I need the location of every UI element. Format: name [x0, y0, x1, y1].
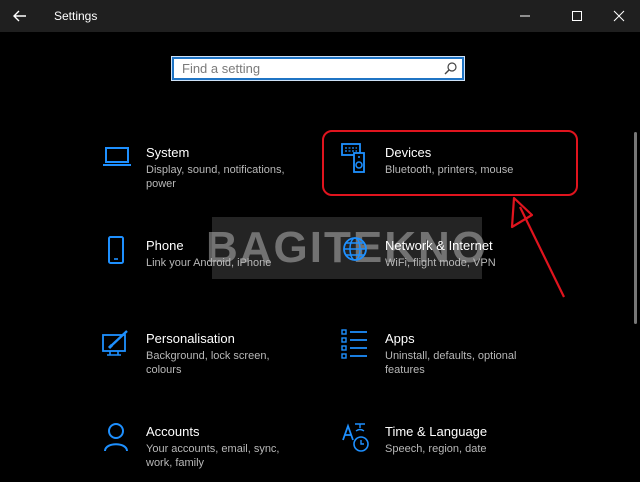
- red-arrow-icon: [500, 195, 575, 305]
- category-name: System: [146, 145, 190, 160]
- category-apps[interactable]: Apps Uninstall, defaults, optional featu…: [341, 329, 561, 389]
- title-bar: Settings: [0, 0, 640, 32]
- minimize-icon[interactable]: [502, 0, 548, 32]
- category-accounts[interactable]: Accounts Your accounts, email, sync, wor…: [102, 422, 322, 482]
- category-desc: Your accounts, email, sync, work, family: [146, 443, 280, 469]
- category-desc: Link your Android, iPhone: [146, 257, 272, 269]
- apps-list-icon: [341, 329, 373, 361]
- category-desc: Speech, region, date: [385, 443, 487, 455]
- close-icon[interactable]: [596, 0, 640, 32]
- category-name: Personalisation: [146, 331, 235, 346]
- category-personalisation[interactable]: Personalisation Background, lock screen,…: [102, 329, 322, 389]
- laptop-icon: [102, 143, 134, 175]
- category-system[interactable]: System Display, sound, notifications, po…: [102, 143, 322, 203]
- back-arrow-icon[interactable]: [10, 6, 30, 26]
- maximize-icon[interactable]: [554, 0, 600, 32]
- highlight-box: [322, 130, 578, 196]
- search-input[interactable]: [174, 59, 442, 78]
- scrollbar[interactable]: [634, 132, 637, 324]
- category-desc: Uninstall, defaults, optional features: [385, 350, 517, 376]
- search-icon[interactable]: [443, 61, 458, 76]
- time-language-icon: [341, 422, 373, 454]
- category-desc: Display, sound, notifications, power: [146, 164, 285, 190]
- category-desc: Background, lock screen, colours: [146, 350, 270, 376]
- category-name: Apps: [385, 331, 415, 346]
- search-box[interactable]: [171, 56, 465, 81]
- window-title: Settings: [54, 9, 98, 23]
- person-icon: [102, 422, 134, 454]
- category-name: Time & Language: [385, 424, 488, 439]
- category-name: Accounts: [146, 424, 200, 439]
- category-time-language[interactable]: Time & Language Speech, region, date: [341, 422, 561, 482]
- phone-icon: [102, 236, 134, 268]
- category-phone[interactable]: Phone Link your Android, iPhone: [102, 236, 322, 296]
- category-name: Phone: [146, 238, 184, 253]
- globe-icon: [341, 236, 373, 268]
- paint-icon: [102, 329, 134, 361]
- category-name: Network & Internet: [385, 238, 493, 253]
